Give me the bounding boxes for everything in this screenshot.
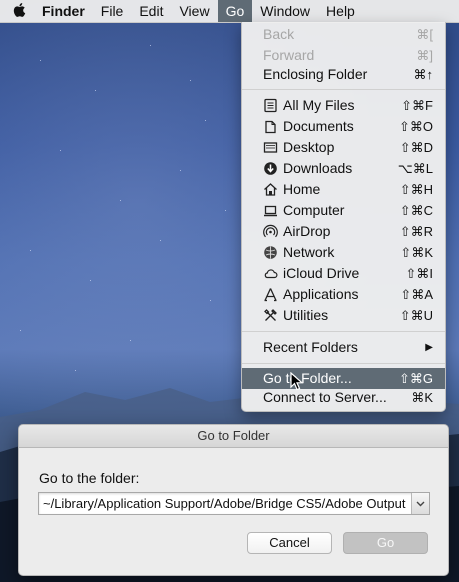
menu-item-airdrop[interactable]: AirDrop ⇧⌘R	[242, 221, 445, 242]
documents-icon	[265, 120, 276, 134]
menu-item-label: Enclosing Folder	[263, 66, 368, 82]
submenu-arrow-icon: ▶	[425, 342, 433, 353]
apple-menu-icon[interactable]	[6, 2, 34, 21]
shortcut-label: ⇧⌘K	[400, 245, 433, 260]
shortcut-label: ⇧⌘C	[399, 203, 433, 218]
chevron-down-icon	[416, 501, 425, 507]
shortcut-label: ⌘↑	[413, 67, 434, 82]
menu-item-label: Recent Folders	[263, 339, 358, 355]
shortcut-label: ⇧⌘O	[398, 119, 433, 134]
shortcut-label: ⌥⌘L	[397, 161, 433, 176]
home-icon	[264, 183, 277, 196]
menu-help[interactable]: Help	[318, 0, 363, 22]
menu-item-computer[interactable]: Computer ⇧⌘C	[242, 200, 445, 221]
menu-window[interactable]: Window	[252, 0, 318, 22]
menu-item-label: Computer	[283, 202, 345, 218]
menu-edit[interactable]: Edit	[131, 0, 171, 22]
shortcut-label: ⇧⌘H	[399, 182, 433, 197]
go-button[interactable]: Go	[343, 532, 428, 554]
shortcut-label: ⌘K	[411, 390, 433, 405]
menu-item-network[interactable]: Network ⇧⌘K	[242, 242, 445, 263]
menu-item-label: iCloud Drive	[283, 265, 360, 281]
menu-bar: Finder File Edit View Go Window Help	[0, 0, 459, 23]
folder-path-input[interactable]	[43, 493, 408, 514]
menu-item-forward: Forward ⌘]	[242, 45, 445, 66]
cancel-button[interactable]: Cancel	[247, 532, 332, 554]
airdrop-icon	[263, 224, 278, 238]
menu-view[interactable]: View	[171, 0, 217, 22]
utilities-icon	[264, 309, 277, 321]
menu-item-label: Desktop	[283, 139, 335, 155]
menu-item-recent-folders[interactable]: Recent Folders ▶	[242, 337, 445, 358]
shortcut-label: ⌘[	[416, 27, 433, 42]
menu-item-label: Back	[263, 26, 295, 42]
menu-finder[interactable]: Finder	[34, 0, 93, 22]
menu-item-icloud-drive[interactable]: iCloud Drive ⇧⌘I	[242, 263, 445, 284]
menu-item-label: Applications	[283, 286, 359, 302]
menu-go[interactable]: Go	[217, 0, 253, 22]
menu-item-go-to-folder[interactable]: Go to Folder... ⇧⌘G	[242, 368, 445, 389]
menu-separator	[242, 89, 445, 90]
shortcut-label: ⇧⌘F	[401, 98, 433, 113]
menu-item-desktop[interactable]: Desktop ⇧⌘D	[242, 137, 445, 158]
menu-item-label: Forward	[263, 47, 315, 63]
shortcut-label: ⇧⌘D	[399, 140, 433, 155]
menu-separator	[242, 363, 445, 364]
menu-item-home[interactable]: Home ⇧⌘H	[242, 179, 445, 200]
menu-item-label: Downloads	[283, 160, 353, 176]
computer-icon	[264, 205, 277, 217]
shortcut-label: ⌘]	[416, 48, 433, 63]
menu-item-label: Home	[283, 181, 321, 197]
menu-item-utilities[interactable]: Utilities ⇧⌘U	[242, 305, 445, 326]
mouse-cursor-icon	[290, 372, 304, 391]
menu-item-documents[interactable]: Documents ⇧⌘O	[242, 116, 445, 137]
shortcut-label: ⇧⌘R	[399, 224, 433, 239]
menu-item-all-my-files[interactable]: All My Files ⇧⌘F	[242, 95, 445, 116]
menu-item-label: All My Files	[283, 97, 355, 113]
menu-item-label: Documents	[283, 118, 354, 134]
menu-item-label: Utilities	[283, 307, 329, 323]
menu-item-label: Connect to Server...	[263, 389, 387, 405]
menu-file[interactable]: File	[93, 0, 132, 22]
shortcut-label: ⇧⌘I	[405, 266, 433, 281]
menu-item-label: Go to Folder...	[263, 370, 352, 386]
icloud-icon	[264, 269, 278, 279]
shortcut-label: ⇧⌘A	[400, 287, 433, 302]
menu-item-applications[interactable]: Applications ⇧⌘A	[242, 284, 445, 305]
menu-item-label: Network	[283, 244, 335, 260]
folder-path-combobox	[38, 492, 430, 515]
menu-separator	[242, 331, 445, 332]
go-to-folder-dialog: Go to Folder Go to the folder: Cancel Go	[18, 424, 449, 576]
go-menu-dropdown: Back ⌘[ Forward ⌘] Enclosing Folder ⌘↑ A…	[241, 22, 446, 412]
network-icon	[264, 246, 277, 259]
dialog-title: Go to Folder	[19, 425, 448, 448]
shortcut-label: ⇧⌘G	[398, 371, 433, 386]
shortcut-label: ⇧⌘U	[399, 308, 433, 323]
menu-item-downloads[interactable]: Downloads ⌥⌘L	[242, 158, 445, 179]
menu-item-connect-to-server[interactable]: Connect to Server... ⌘K	[242, 387, 445, 408]
all-files-icon	[264, 98, 277, 113]
menu-item-label: AirDrop	[283, 223, 331, 239]
combobox-dropdown-button[interactable]	[411, 493, 429, 514]
menu-item-enclosing-folder[interactable]: Enclosing Folder ⌘↑	[242, 64, 445, 85]
menu-item-back: Back ⌘[	[242, 24, 445, 45]
dialog-prompt: Go to the folder:	[39, 470, 140, 486]
downloads-icon	[264, 162, 277, 175]
desktop-icon	[263, 142, 278, 153]
applications-icon	[264, 288, 277, 302]
